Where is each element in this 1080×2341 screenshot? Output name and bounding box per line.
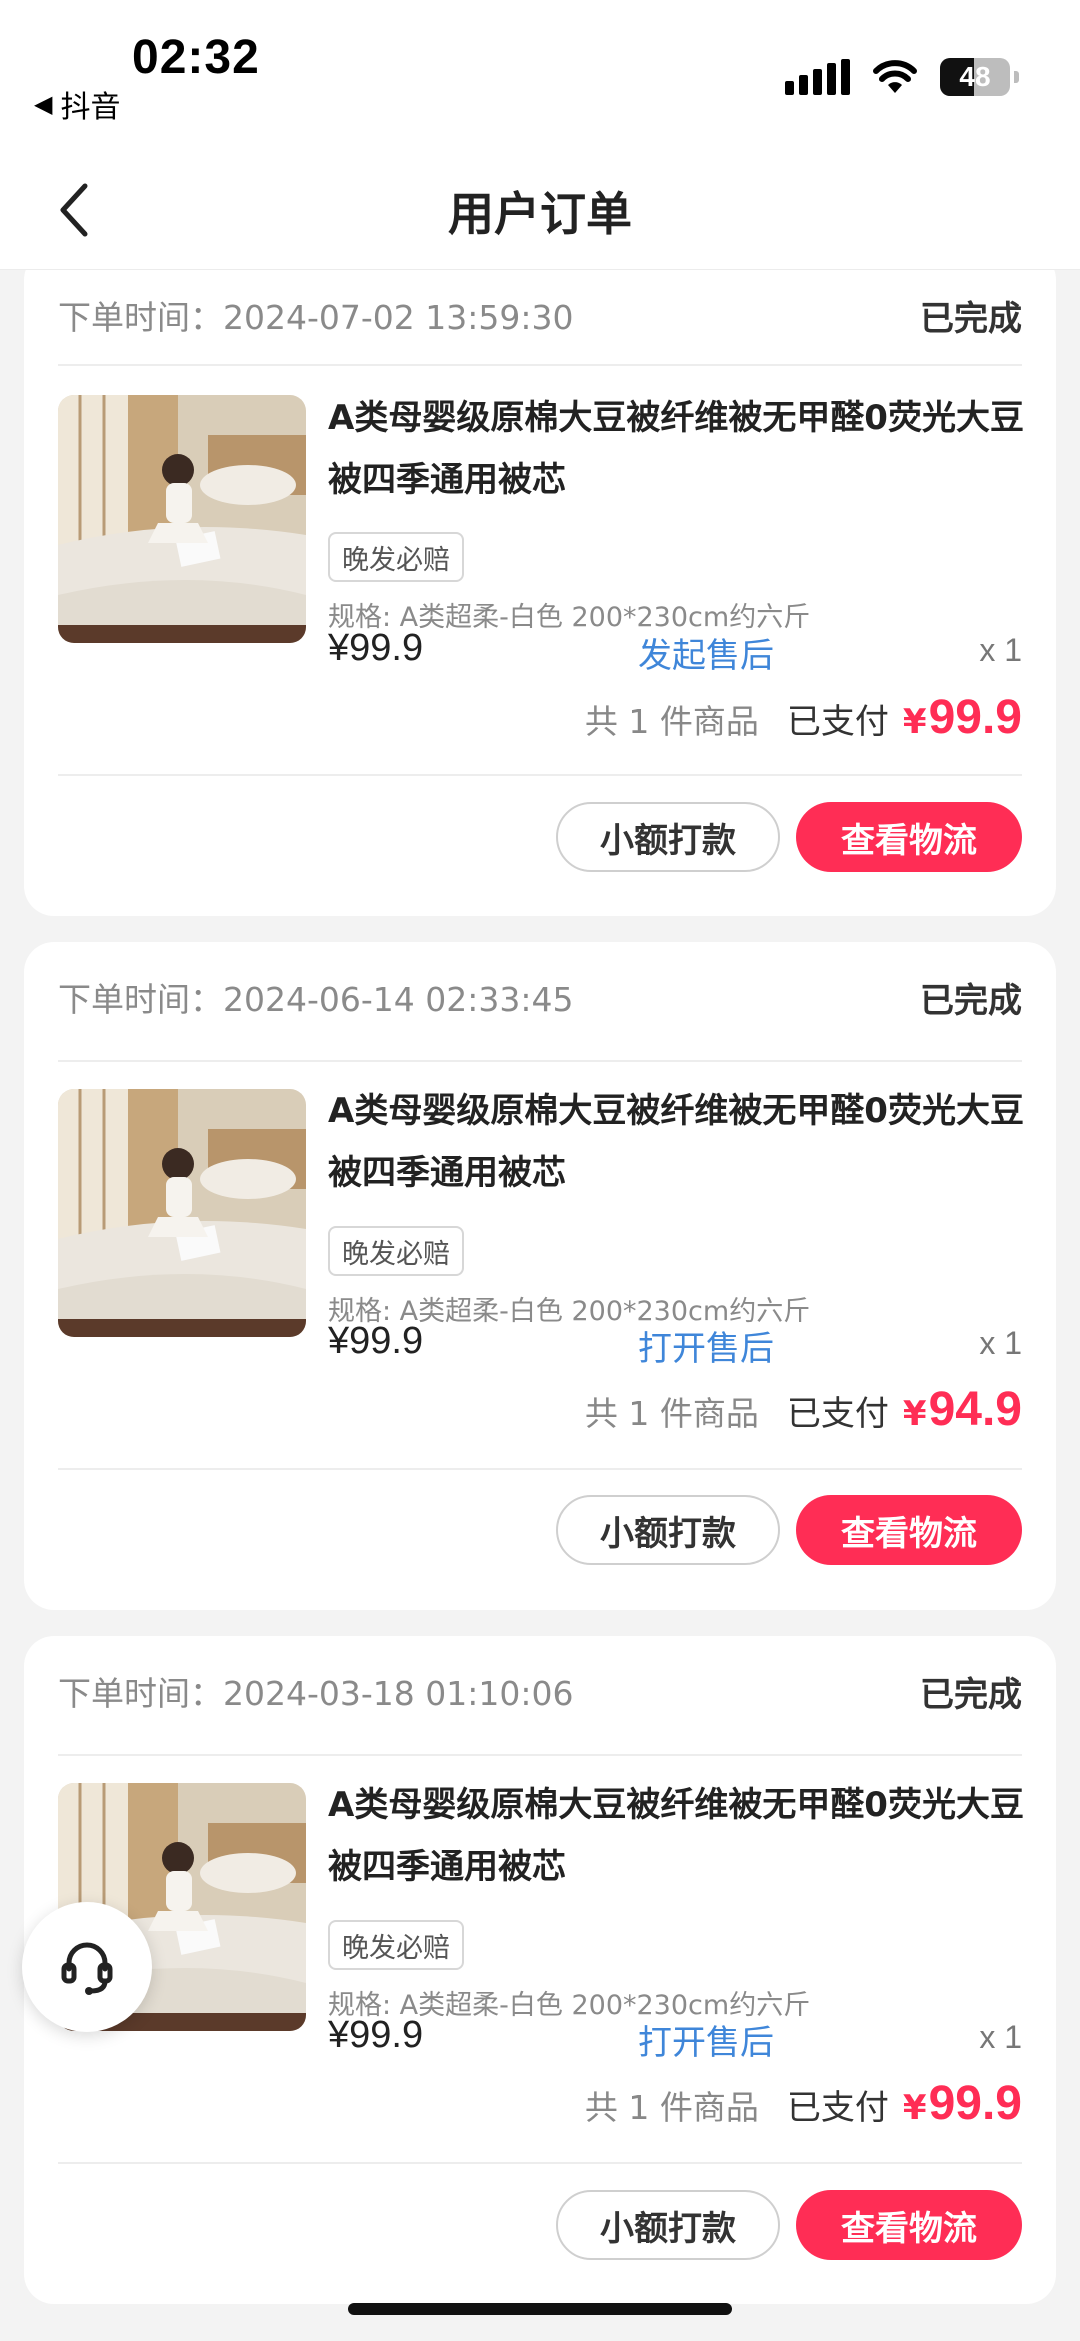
product-title[interactable]: A类母婴级原棉大豆被纤维被无甲醛0荧光大豆被四季通用被芯 [328, 387, 1028, 511]
order-status: 已完成 [920, 1674, 1022, 1715]
product-price: ¥99.9 [328, 1320, 424, 1362]
after-sale-link[interactable]: 打开售后 [638, 2015, 774, 2064]
paid-amount: 99.9 [928, 2077, 1022, 2130]
back-app-label: 抖音 [60, 90, 121, 125]
view-logistics-button[interactable]: 查看物流 [796, 1495, 1022, 1565]
order-status: 已完成 [920, 298, 1022, 339]
item-count: 共 1 件商品 [584, 702, 759, 741]
divider [58, 364, 1022, 366]
order-time: 下单时间：2024-07-02 13:59:30 [58, 298, 574, 337]
small-payment-button[interactable]: 小额打款 [556, 802, 780, 872]
back-triangle-icon: ◀ [34, 90, 53, 118]
late-delivery-badge: 晚发必赔 [328, 1920, 464, 1970]
product-quantity: x 1 [979, 1325, 1022, 1361]
order-card: 下单时间：2024-07-02 13:59:30 已完成 A类母婴级原棉大豆被纤… [24, 250, 1056, 916]
divider [58, 2162, 1022, 2164]
product-price: ¥99.9 [328, 627, 424, 669]
paid-label: 已支付 [786, 2088, 889, 2128]
back-to-app-link[interactable]: ◀ 抖音 [34, 82, 120, 126]
product-quantity: x 1 [979, 632, 1022, 668]
product-title[interactable]: A类母婴级原棉大豆被纤维被无甲醛0荧光大豆被四季通用被芯 [328, 1080, 1028, 1204]
page-header: 用户订单 [0, 150, 1080, 270]
order-time: 下单时间：2024-06-14 02:33:45 [58, 980, 574, 1019]
divider [58, 1754, 1022, 1756]
paid-currency: ¥ [902, 1394, 927, 1434]
wifi-icon [872, 59, 918, 95]
late-delivery-badge: 晚发必赔 [328, 1226, 464, 1276]
view-logistics-button[interactable]: 查看物流 [796, 2190, 1022, 2260]
paid-label: 已支付 [786, 1394, 889, 1434]
order-status: 已完成 [920, 980, 1022, 1021]
status-bar: 02:32 ◀ 抖音 48 [0, 0, 1080, 150]
paid-label: 已支付 [786, 702, 889, 742]
paid-amount: 99.9 [928, 691, 1022, 744]
product-image[interactable] [58, 395, 306, 643]
order-summary: 共 1 件商品 已支付 ¥ 99.9 [585, 690, 1022, 745]
small-payment-button[interactable]: 小额打款 [556, 2190, 780, 2260]
product-title[interactable]: A类母婴级原棉大豆被纤维被无甲醛0荧光大豆被四季通用被芯 [328, 1774, 1028, 1898]
after-sale-link[interactable]: 发起售后 [638, 628, 774, 677]
customer-service-button[interactable] [22, 1902, 152, 2032]
item-count: 共 1 件商品 [584, 2088, 759, 2127]
customer-service-icon [61, 1942, 113, 1995]
home-indicator[interactable] [348, 2303, 732, 2315]
small-payment-button[interactable]: 小额打款 [556, 1495, 780, 1565]
signal-icon [785, 59, 850, 95]
order-summary: 共 1 件商品 已支付 ¥ 99.9 [585, 2076, 1022, 2131]
paid-amount: 94.9 [928, 1383, 1022, 1436]
divider [58, 1060, 1022, 1062]
product-price: ¥99.9 [328, 2014, 424, 2056]
view-logistics-button[interactable]: 查看物流 [796, 802, 1022, 872]
order-time: 下单时间：2024-03-18 01:10:06 [58, 1674, 574, 1713]
order-card: 下单时间：2024-03-18 01:10:06 已完成 A类母婴级原棉大豆被纤… [24, 1636, 1056, 2304]
product-image[interactable] [58, 1089, 306, 1337]
divider [58, 1468, 1022, 1470]
product-quantity: x 1 [979, 2019, 1022, 2055]
status-time: 02:32 [132, 31, 260, 84]
order-summary: 共 1 件商品 已支付 ¥ 94.9 [585, 1382, 1022, 1437]
paid-currency: ¥ [902, 2088, 927, 2128]
paid-currency: ¥ [902, 702, 927, 742]
page-title: 用户订单 [448, 187, 632, 241]
late-delivery-badge: 晚发必赔 [328, 532, 464, 582]
battery-level: 48 [959, 61, 991, 92]
divider [58, 774, 1022, 776]
item-count: 共 1 件商品 [584, 1394, 759, 1433]
battery-icon: 48 [940, 58, 1019, 96]
order-card: 下单时间：2024-06-14 02:33:45 已完成 A类母婴级原棉大豆被纤… [24, 942, 1056, 1610]
after-sale-link[interactable]: 打开售后 [638, 1321, 774, 1370]
